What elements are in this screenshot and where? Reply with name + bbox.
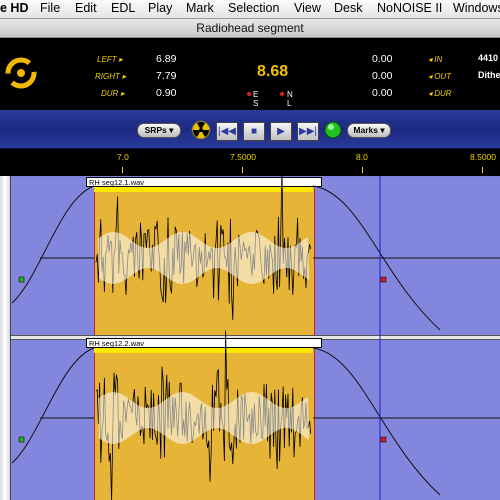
waveform-layer bbox=[11, 162, 500, 500]
sync-point-marker bbox=[18, 276, 25, 283]
fade-in-curve bbox=[11, 185, 95, 304]
sync-point-marker bbox=[18, 436, 25, 443]
sync-point-marker bbox=[380, 436, 387, 443]
fade-in-curve bbox=[11, 347, 95, 464]
fade-out-curve bbox=[312, 347, 441, 496]
sync-point-marker bbox=[380, 276, 387, 283]
